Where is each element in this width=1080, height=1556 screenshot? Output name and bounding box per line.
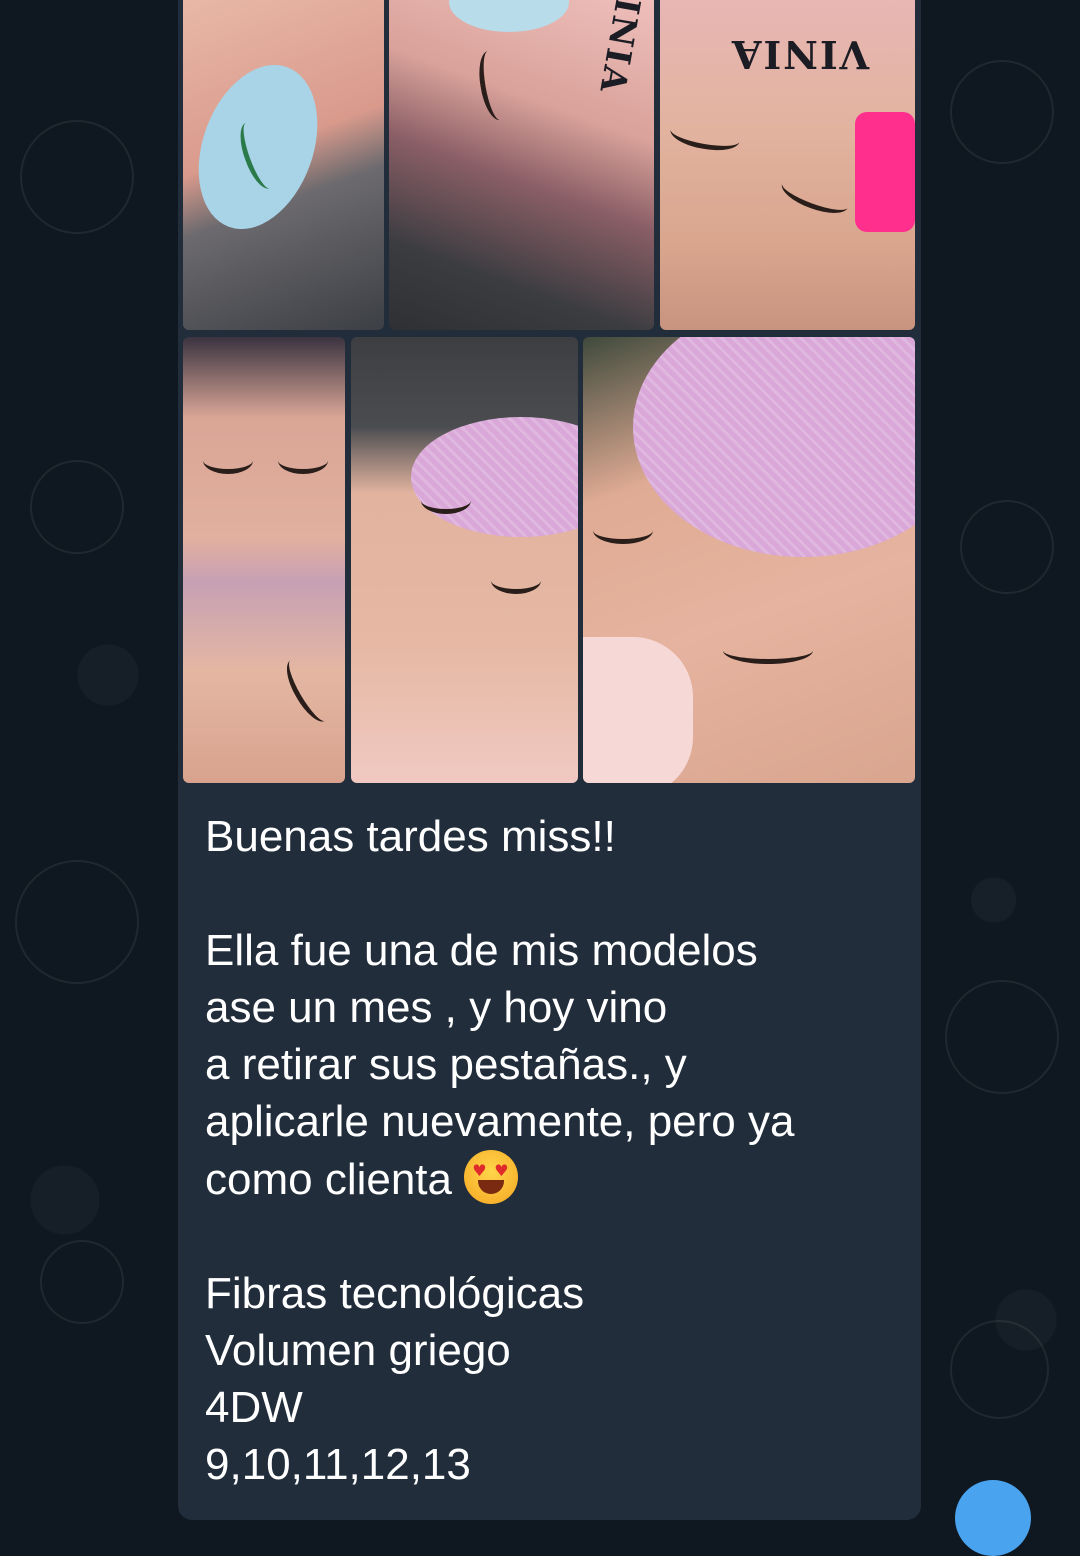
caption-line: ase un mes , y hoy vino: [205, 983, 668, 1032]
lash-photo-2[interactable]: VINIA: [389, 0, 654, 330]
wallpaper-doodle: [945, 980, 1059, 1094]
lash-line: [278, 447, 328, 474]
caption-line: a retirar sus pestañas., y: [205, 1040, 687, 1089]
wallpaper-doodle: [20, 120, 134, 234]
caption-detail: Fibras tecnológicas: [205, 1269, 585, 1318]
wallpaper-doodle: [950, 60, 1054, 164]
wallpaper-doodle: [950, 1320, 1049, 1419]
caption-greeting: Buenas tardes miss!!: [205, 812, 616, 861]
lash-photo-4[interactable]: [183, 337, 345, 783]
caption-line: Ella fue una de mis modelos: [205, 926, 758, 975]
heart-eyes-emoji-icon: ♥ ♥: [464, 1150, 519, 1204]
lash-photo-6[interactable]: [583, 337, 915, 783]
lash-line: [421, 487, 471, 514]
lash-line: [723, 637, 813, 664]
caption-detail: 9,10,11,12,13: [205, 1440, 471, 1489]
lash-line: [203, 447, 253, 474]
lash-photo-5[interactable]: [351, 337, 578, 783]
message-caption: Buenas tardes miss!! Ella fue una de mis…: [205, 808, 895, 1493]
lash-mirror: [583, 637, 693, 783]
caption-line-with-emoji: como clienta ♥ ♥: [205, 1150, 895, 1208]
lash-photo-3[interactable]: VINIA: [660, 0, 915, 330]
caption-line: aplicarle nuevamente, pero ya: [205, 1097, 795, 1146]
wallpaper-doodle: [960, 500, 1054, 594]
caption-detail: 4DW: [205, 1383, 303, 1432]
lash-photo-1[interactable]: [183, 0, 384, 330]
scroll-down-button[interactable]: [955, 1480, 1031, 1556]
pink-fan: [855, 112, 915, 232]
caption-detail: Volumen griego: [205, 1326, 511, 1375]
shirt-print: VINIA: [730, 32, 870, 77]
lash-line: [593, 517, 653, 544]
wallpaper-doodle: [15, 860, 139, 984]
wallpaper-doodle: [40, 1240, 124, 1324]
lash-line: [491, 567, 541, 594]
wallpaper-doodle: [30, 460, 124, 554]
caption-line: como clienta: [205, 1155, 453, 1204]
